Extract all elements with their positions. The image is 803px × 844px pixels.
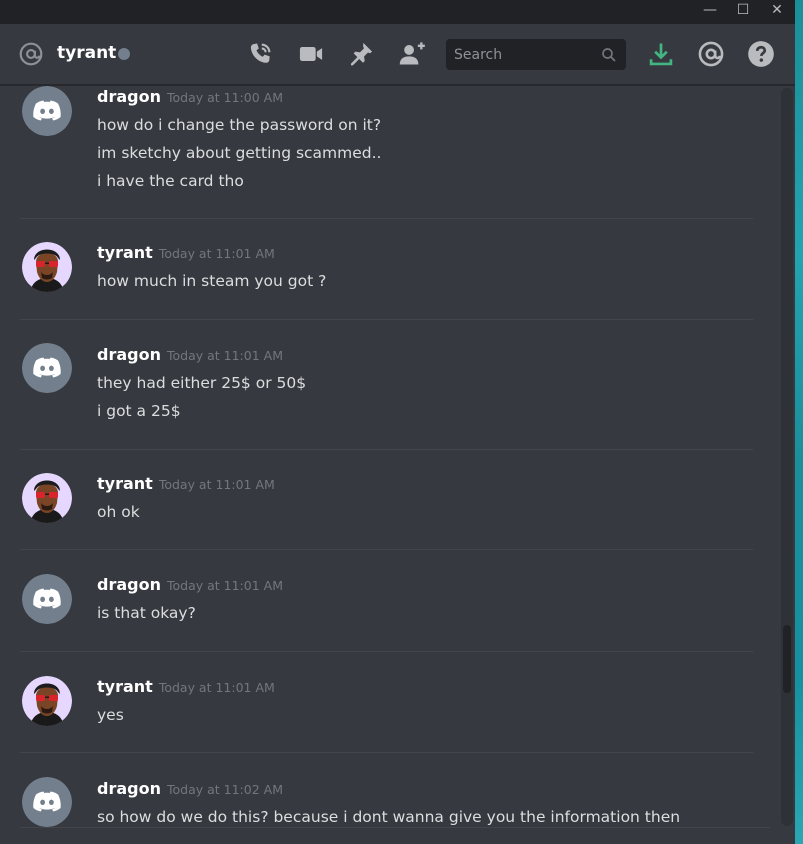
message-text: how do i change the password on it? <box>97 116 382 134</box>
message-timestamp: Today at 11:01 AM <box>166 578 283 593</box>
portrait-avatar-icon <box>22 242 72 292</box>
message-divider <box>20 549 753 550</box>
message-text: i got a 25$ <box>97 402 181 420</box>
minimize-button[interactable]: — <box>693 0 727 22</box>
message-text: i have the card tho <box>97 172 244 190</box>
maximize-button[interactable]: ☐ <box>726 0 760 22</box>
author-name[interactable]: tyrant <box>97 474 153 493</box>
message-text: so how do we do this? because i dont wan… <box>97 808 681 826</box>
author-name[interactable]: dragon <box>97 345 161 364</box>
message-timestamp: Today at 11:02 AM <box>166 782 283 797</box>
message-divider <box>20 651 753 652</box>
window-titlebar: — ☐ ✕ <box>0 0 795 24</box>
message-timestamp: Today at 11:01 AM <box>158 246 275 261</box>
message-author[interactable]: tyrant Today at 11:01 AM <box>97 677 275 696</box>
avatar[interactable] <box>22 574 72 624</box>
author-name[interactable]: tyrant <box>97 677 153 696</box>
message-author[interactable]: dragon Today at 11:00 AM <box>97 87 283 106</box>
message-author[interactable]: tyrant Today at 11:01 AM <box>97 243 275 262</box>
composer-divider <box>20 827 770 828</box>
message-timestamp: Today at 11:01 AM <box>158 680 275 695</box>
avatar[interactable] <box>22 473 72 523</box>
search-input[interactable] <box>454 45 594 65</box>
message-text: im sketchy about getting scammed.. <box>97 144 382 162</box>
message-author[interactable]: dragon Today at 11:01 AM <box>97 345 283 364</box>
avatar[interactable] <box>22 86 72 136</box>
mentions-icon[interactable] <box>697 40 725 68</box>
author-name[interactable]: tyrant <box>97 243 153 262</box>
message-author[interactable]: dragon Today at 11:02 AM <box>97 779 283 798</box>
message-text: is that okay? <box>97 604 196 622</box>
message-divider <box>20 449 753 450</box>
call-icon[interactable] <box>246 40 274 68</box>
discord-logo-icon <box>22 777 72 827</box>
scrollbar-track[interactable] <box>781 88 793 826</box>
author-name[interactable]: dragon <box>97 87 161 106</box>
discord-logo-icon <box>22 574 72 624</box>
message-author[interactable]: tyrant Today at 11:01 AM <box>97 474 275 493</box>
desktop-background-strip <box>795 0 803 844</box>
avatar[interactable] <box>22 242 72 292</box>
status-indicator <box>118 48 130 60</box>
avatar[interactable] <box>22 676 72 726</box>
author-name[interactable]: dragon <box>97 575 161 594</box>
discord-logo-icon <box>22 343 72 393</box>
add-friend-icon[interactable] <box>398 40 426 68</box>
message-divider <box>20 319 753 320</box>
search-box[interactable] <box>446 39 626 70</box>
close-button[interactable]: ✕ <box>760 0 794 22</box>
message-text: they had either 25$ or 50$ <box>97 374 307 392</box>
message-divider <box>20 218 753 219</box>
portrait-avatar-icon <box>22 473 72 523</box>
video-icon[interactable] <box>297 40 325 68</box>
at-icon <box>19 42 43 66</box>
help-icon[interactable] <box>747 40 775 68</box>
message-text: oh ok <box>97 503 140 521</box>
message-text: yes <box>97 706 124 724</box>
avatar[interactable] <box>22 343 72 393</box>
message-timestamp: Today at 11:01 AM <box>166 348 283 363</box>
message-author[interactable]: dragon Today at 11:01 AM <box>97 575 283 594</box>
discord-logo-icon <box>22 86 72 136</box>
search-icon <box>602 48 616 62</box>
author-name[interactable]: dragon <box>97 779 161 798</box>
message-divider <box>20 752 753 753</box>
message-text: how much in steam you got ? <box>97 272 327 290</box>
message-timestamp: Today at 11:00 AM <box>166 90 283 105</box>
scrollbar-thumb[interactable] <box>783 625 791 693</box>
download-icon[interactable] <box>647 40 675 68</box>
channel-name: tyrant <box>57 43 117 63</box>
pin-icon[interactable] <box>347 40 375 68</box>
message-timestamp: Today at 11:01 AM <box>158 477 275 492</box>
channel-header: tyrant <box>0 24 795 85</box>
portrait-avatar-icon <box>22 676 72 726</box>
avatar[interactable] <box>22 777 72 827</box>
message-list[interactable]: dragon Today at 11:00 AM how do i change … <box>0 86 780 827</box>
